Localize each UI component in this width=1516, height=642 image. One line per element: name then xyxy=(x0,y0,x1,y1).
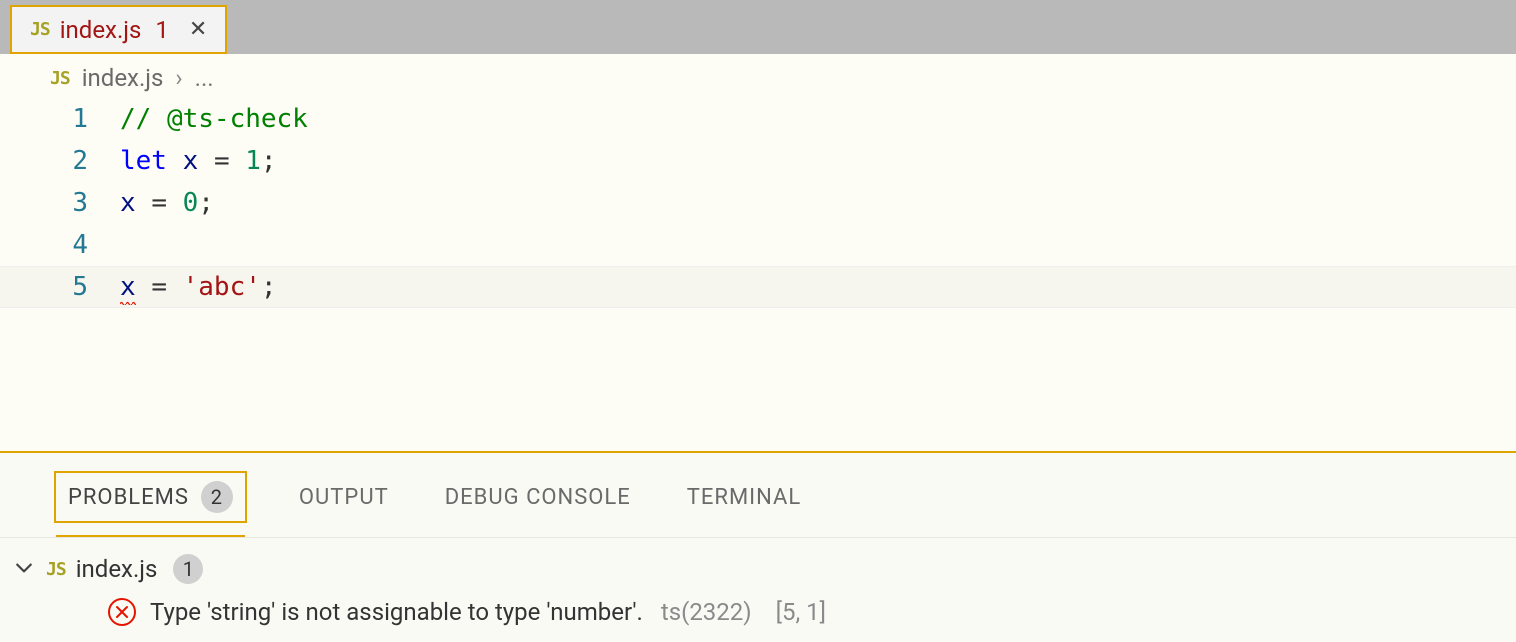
code-line[interactable]: 2let x = 1; xyxy=(0,140,1516,182)
js-file-icon: JS xyxy=(30,19,50,40)
code-token xyxy=(230,146,246,176)
error-icon xyxy=(108,598,136,626)
tab-problems-label: PROBLEMS xyxy=(68,485,189,510)
code-token xyxy=(167,146,183,176)
code-token: 'abc' xyxy=(183,272,261,302)
file-problem-count-badge: 1 xyxy=(173,554,203,584)
code-token: = xyxy=(214,146,230,176)
js-file-icon: JS xyxy=(50,68,70,89)
code-line[interactable]: 1// @ts-check xyxy=(0,98,1516,140)
line-number: 5 xyxy=(0,272,120,302)
tab-terminal-label: TERMINAL xyxy=(687,485,801,510)
code-token: let xyxy=(120,146,167,176)
code-token xyxy=(198,146,214,176)
tab-output-label: OUTPUT xyxy=(299,485,389,510)
tab-problems[interactable]: PROBLEMS 2 xyxy=(54,471,247,523)
code-token: 0 xyxy=(183,188,199,218)
code-token: 1 xyxy=(245,146,261,176)
problems-file-name: index.js xyxy=(76,555,158,583)
line-number: 1 xyxy=(0,104,120,134)
code-line[interactable]: 5x = 'abc'; xyxy=(0,266,1516,308)
problem-message: Type 'string' is not assignable to type … xyxy=(150,598,643,626)
bottom-panel: PROBLEMS 2 OUTPUT DEBUG CONSOLE TERMINAL… xyxy=(0,451,1516,642)
breadcrumb-filename: index.js xyxy=(82,64,164,92)
code-content[interactable]: x = 'abc'; xyxy=(120,272,1516,302)
close-icon[interactable]: ✕ xyxy=(189,17,207,42)
code-token xyxy=(136,272,152,302)
breadcrumb[interactable]: JS index.js › ... xyxy=(0,54,1516,96)
code-token: ; xyxy=(261,272,277,302)
code-token: ; xyxy=(261,146,277,176)
code-token: = xyxy=(151,188,167,218)
tab-filename: index.js xyxy=(60,16,142,44)
code-token: x xyxy=(183,146,199,176)
tab-problem-count: 1 xyxy=(155,16,169,44)
code-line[interactable]: 4 xyxy=(0,224,1516,266)
code-token: x xyxy=(120,188,136,218)
tab-output[interactable]: OUTPUT xyxy=(295,479,393,516)
tab-debug-console-label: DEBUG CONSOLE xyxy=(445,485,631,510)
js-file-icon: JS xyxy=(46,559,66,580)
line-number: 4 xyxy=(0,230,120,260)
code-content[interactable]: // @ts-check xyxy=(120,104,1516,134)
code-token xyxy=(167,188,183,218)
problems-list: JS index.js 1 Type 'string' is not assig… xyxy=(0,538,1516,642)
code-token xyxy=(136,188,152,218)
code-token: x xyxy=(120,272,136,302)
problems-count-badge: 2 xyxy=(201,481,233,513)
code-token: = xyxy=(151,272,167,302)
line-number: 3 xyxy=(0,188,120,218)
problem-item[interactable]: Type 'string' is not assignable to type … xyxy=(12,590,1516,626)
editor-tab[interactable]: JS index.js 1 ✕ xyxy=(10,5,227,54)
chevron-down-icon[interactable] xyxy=(12,555,36,583)
panel-tab-strip: PROBLEMS 2 OUTPUT DEBUG CONSOLE TERMINAL xyxy=(0,453,1516,538)
tab-terminal[interactable]: TERMINAL xyxy=(683,479,805,516)
code-token: // @ts-check xyxy=(120,104,308,134)
code-content[interactable]: x = 0; xyxy=(120,188,1516,218)
problem-code: ts(2322) xyxy=(661,598,752,626)
tab-bar: JS index.js 1 ✕ xyxy=(0,0,1516,54)
problem-location: [5, 1] xyxy=(776,598,826,626)
code-line[interactable]: 3x = 0; xyxy=(0,182,1516,224)
breadcrumb-rest: ... xyxy=(195,64,214,92)
line-number: 2 xyxy=(0,146,120,176)
code-token: ; xyxy=(198,188,214,218)
problems-file-row[interactable]: JS index.js 1 xyxy=(12,548,1516,590)
code-content[interactable]: let x = 1; xyxy=(120,146,1516,176)
code-token xyxy=(167,272,183,302)
chevron-right-icon: › xyxy=(175,64,182,92)
tab-debug-console[interactable]: DEBUG CONSOLE xyxy=(441,479,635,516)
